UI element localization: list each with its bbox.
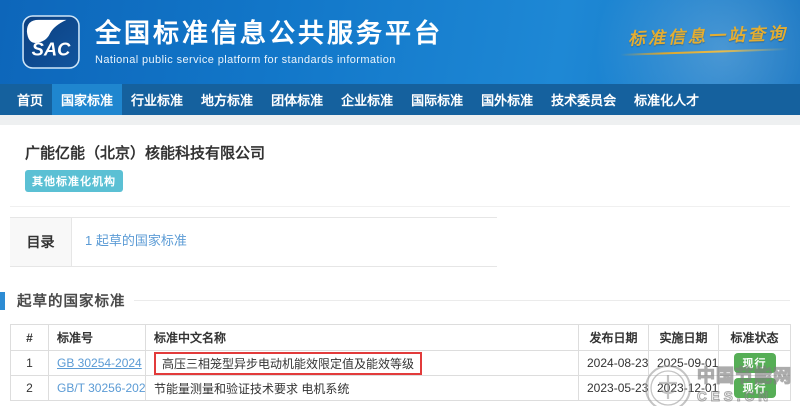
org-divider: [10, 206, 790, 207]
toc-link-drafted-national-standards[interactable]: 1 起草的国家标准: [85, 233, 187, 248]
top-banner: SAC 全国标准信息公共服务平台 National public service…: [0, 0, 800, 84]
col-header-index: #: [11, 325, 49, 351]
toc-box: 目录 1 起草的国家标准: [10, 217, 497, 267]
publish-date-cell: 2023-05-23: [579, 376, 649, 401]
platform-subtitle: National public service platform for sta…: [95, 54, 443, 66]
standard-name-highlighted: 高压三相笼型异步电动机能效限定值及能效等级: [154, 352, 422, 375]
org-header: 广能亿能（北京）核能科技有限公司 其他标准化机构: [0, 125, 800, 192]
toc-label: 目录: [10, 218, 72, 266]
nav-item-technical-committee[interactable]: 技术委员会: [551, 84, 616, 115]
section-title: 起草的国家标准: [17, 290, 126, 311]
section-divider-line: [134, 300, 791, 301]
standard-code-cell: GB 30254-2024: [49, 351, 146, 376]
status-badge: 现行: [734, 378, 776, 398]
table-row: 1 GB 30254-2024 高压三相笼型异步电动机能效限定值及能效等级 2024-…: [11, 351, 791, 376]
nav-item-enterprise-standards[interactable]: 企业标准: [341, 84, 393, 115]
col-header-standard-code: 标准号: [49, 325, 146, 351]
nav-item-home[interactable]: 首页: [17, 84, 43, 115]
section-accent-bar: [0, 292, 5, 310]
nav-item-group-standards[interactable]: 团体标准: [271, 84, 323, 115]
platform-title: 全国标准信息公共服务平台: [95, 18, 443, 48]
slogan-calligraphy: 标准信息一站查询: [620, 19, 789, 56]
standard-code-cell: GB/T 30256-2023: [49, 376, 146, 401]
sac-logo-icon: SAC: [22, 15, 80, 69]
row-index-cell: 2: [11, 376, 49, 401]
svg-text:SAC: SAC: [32, 39, 71, 60]
sac-logo[interactable]: SAC: [22, 15, 80, 69]
standards-table: # 标准号 标准中文名称 发布日期 实施日期 标准状态 1 GB 30254-20…: [10, 324, 791, 401]
nav-item-national-standards[interactable]: 国家标准: [52, 84, 122, 115]
standard-name: 节能量测量和验证技术要求 电机系统: [154, 382, 349, 396]
page: SAC 全国标准信息公共服务平台 National public service…: [0, 0, 800, 406]
row-index-cell: 1: [11, 351, 49, 376]
nav-item-foreign-standards[interactable]: 国外标准: [481, 84, 533, 115]
publish-date-cell: 2024-08-23: [579, 351, 649, 376]
table-row: 2 GB/T 30256-2023 节能量测量和验证技术要求 电机系统 2023-05…: [11, 376, 791, 401]
nav-item-standardization-talent[interactable]: 标准化人才: [634, 84, 699, 115]
nav-item-local-standards[interactable]: 地方标准: [201, 84, 253, 115]
standard-name-cell: 节能量测量和验证技术要求 电机系统: [146, 376, 579, 401]
nav-item-industry-standards[interactable]: 行业标准: [131, 84, 183, 115]
org-type-badge: 其他标准化机构: [25, 170, 123, 192]
status-cell: 现行: [719, 376, 791, 401]
slogan-underline: [621, 48, 789, 56]
implement-date-cell: 2025-09-01: [649, 351, 719, 376]
status-badge: 现行: [734, 353, 776, 373]
status-cell: 现行: [719, 351, 791, 376]
col-header-publish-date: 发布日期: [579, 325, 649, 351]
standard-code-link[interactable]: GB 30254-2024: [57, 356, 142, 370]
col-header-implement-date: 实施日期: [649, 325, 719, 351]
section-header: 起草的国家标准: [0, 290, 800, 311]
standard-code-link[interactable]: GB/T 30256-2023: [57, 381, 146, 395]
standard-name-cell: 高压三相笼型异步电动机能效限定值及能效等级: [146, 351, 579, 376]
main-nav: 首页国家标准行业标准地方标准团体标准企业标准国际标准国外标准技术委员会标准化人才: [0, 84, 800, 115]
col-header-status: 标准状态: [719, 325, 791, 351]
implement-date-cell: 2023-12-01: [649, 376, 719, 401]
org-name: 广能亿能（北京）核能科技有限公司: [25, 142, 775, 163]
nav-item-international-standards[interactable]: 国际标准: [411, 84, 463, 115]
col-header-standard-name: 标准中文名称: [146, 325, 579, 351]
nav-shadow-strip: [0, 115, 800, 125]
table-header-row: # 标准号 标准中文名称 发布日期 实施日期 标准状态: [11, 325, 791, 351]
